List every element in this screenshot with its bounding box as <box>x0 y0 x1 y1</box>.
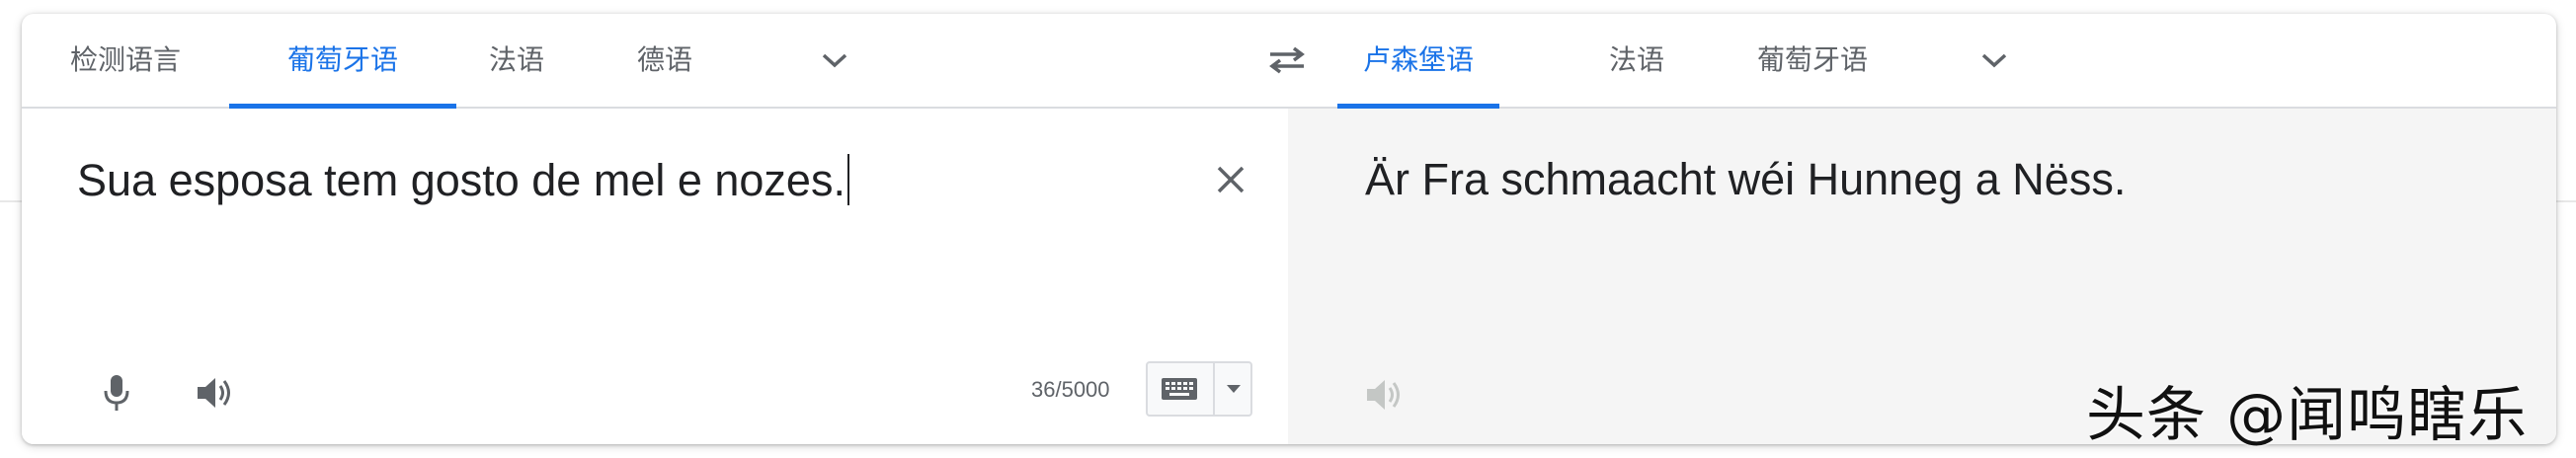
keyboard-divider <box>1213 363 1215 415</box>
tab-detect-language[interactable]: 检测语言 <box>51 14 200 107</box>
character-count: 36/5000 <box>1031 377 1110 402</box>
source-speaker-icon[interactable] <box>192 369 239 417</box>
watermark: 头条 @闻鸣瞎乐 <box>2086 381 2529 450</box>
text-cursor <box>846 154 849 205</box>
tab-source-german[interactable]: 德语 <box>630 14 699 107</box>
keyboard-icon <box>1158 373 1201 405</box>
swap-arrows-icon[interactable] <box>1262 39 1312 81</box>
clear-text-close-icon[interactable] <box>1209 158 1252 201</box>
caret-down-icon[interactable] <box>1217 377 1250 401</box>
source-text-input[interactable]: Sua esposa tem gosto de mel e nozes. <box>77 154 849 206</box>
translation-text: Är Fra schmaacht wéi Hunneg a Nëss. <box>1365 154 2127 204</box>
input-tools-button[interactable] <box>1146 361 1252 417</box>
microphone-icon[interactable] <box>95 369 138 417</box>
target-more-languages-chevron-down-icon[interactable] <box>1973 39 2015 81</box>
tab-target-portuguese[interactable]: 葡萄牙语 <box>1738 14 1887 107</box>
tab-target-luxembourgish[interactable]: 卢森堡语 <box>1337 14 1499 109</box>
tab-target-french[interactable]: 法语 <box>1602 14 1671 107</box>
tab-source-french[interactable]: 法语 <box>482 14 551 107</box>
source-more-languages-chevron-down-icon[interactable] <box>814 39 855 81</box>
tab-source-portuguese[interactable]: 葡萄牙语 <box>229 14 456 109</box>
source-pane: Sua esposa tem gosto de mel e nozes. 36/… <box>22 109 1288 444</box>
language-bar: 检测语言 葡萄牙语 法语 德语 卢森堡语 法语 葡萄牙语 <box>22 14 2556 109</box>
target-speaker-icon[interactable] <box>1361 371 1409 419</box>
